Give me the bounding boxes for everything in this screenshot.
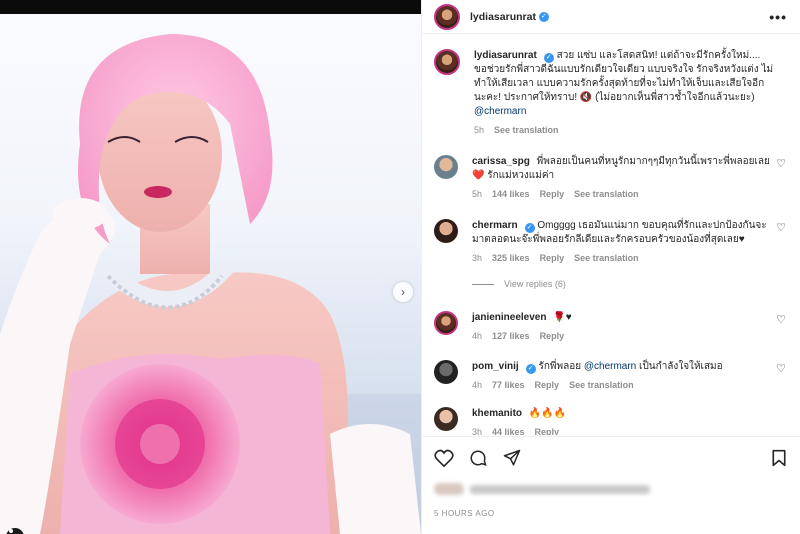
post-photo[interactable]: › xyxy=(0,14,421,534)
verified-badge-icon: ✓ xyxy=(524,223,535,233)
reply-button[interactable]: Reply xyxy=(540,189,565,199)
see-translation-link[interactable]: See translation xyxy=(569,380,634,390)
see-translation-link[interactable]: See translation xyxy=(494,125,559,135)
tag-person-icon xyxy=(9,529,13,533)
author-username[interactable]: lydiasarunrat xyxy=(470,11,536,23)
post-header: lydiasarunrat ✓ ••• xyxy=(422,0,800,34)
reply-button[interactable]: Reply xyxy=(540,331,565,341)
comment-icon[interactable] xyxy=(468,449,488,467)
commenter-avatar[interactable] xyxy=(434,155,458,179)
verified-badge-icon: ✓ xyxy=(538,11,549,22)
comment-likes[interactable]: 325 likes xyxy=(492,253,530,263)
liked-by-avatars xyxy=(434,483,464,495)
comment-mention[interactable]: @chermarn xyxy=(584,361,636,372)
save-icon[interactable] xyxy=(771,449,787,467)
comment-likes[interactable]: 77 likes xyxy=(492,380,525,390)
liked-by-summary[interactable] xyxy=(434,483,650,495)
reply-button[interactable]: Reply xyxy=(535,380,560,390)
like-comment-heart-icon[interactable]: ♡ xyxy=(776,313,786,326)
comment-text-continued: เป็นกำลังใจให้เสมอ xyxy=(639,361,723,372)
post-image-illustration xyxy=(0,34,421,534)
commenter-avatar[interactable] xyxy=(434,219,458,243)
comment-row: pom_vinij ✓ รักพี่พลอย @chermarn เป็นกำลั… xyxy=(434,360,794,390)
comment-row: carissa_spg พี่พลอยเป็นคนที่หนูรักมากๆๆม… xyxy=(434,155,794,199)
comment-username[interactable]: chermarn xyxy=(472,220,518,231)
comment-username[interactable]: pom_vinij xyxy=(472,361,519,372)
commenter-avatar[interactable] xyxy=(434,407,458,431)
see-translation-link[interactable]: See translation xyxy=(574,189,639,199)
post-timestamp: 5 HOURS AGO xyxy=(434,509,495,518)
author-avatar[interactable] xyxy=(434,3,460,30)
comment-text: 🔥🔥🔥 xyxy=(528,408,567,419)
comment-age: 4h xyxy=(472,331,483,341)
comment-text: รักพี่พลอย xyxy=(538,361,582,372)
caption-row: lydiasarunrat ✓ สวย แซ่บ และโสดสนิท! แต่ถ… xyxy=(434,49,794,135)
like-comment-heart-icon[interactable]: ♡ xyxy=(776,221,786,234)
caption-age: 5h xyxy=(474,125,485,135)
commenter-avatar[interactable] xyxy=(434,311,458,335)
comment-text: 🌹♥ xyxy=(553,312,572,323)
comment-row: janienineeleven 🌹♥ 4h 127 likes Reply ♡ xyxy=(434,311,794,341)
comment-age: 4h xyxy=(472,380,483,390)
verified-badge-icon: ✓ xyxy=(525,364,536,374)
comment-likes[interactable]: 127 likes xyxy=(492,331,530,341)
view-replies-button[interactable]: View replies (6) xyxy=(472,279,566,289)
comment-username[interactable]: carissa_spg xyxy=(472,156,530,167)
comment-username[interactable]: khemanito xyxy=(472,408,522,419)
liked-by-text-blurred xyxy=(470,484,650,494)
comment-age: 3h xyxy=(472,253,483,263)
comment-row: chermarn ✓ Omgggg เธอมันแน่มาก ขอบคุณที่ร… xyxy=(434,219,794,263)
caption-mention[interactable]: @chermarn xyxy=(474,106,526,117)
like-comment-heart-icon[interactable]: ♡ xyxy=(776,362,786,375)
chevron-right-icon: › xyxy=(401,285,405,299)
next-photo-button[interactable]: › xyxy=(393,282,413,302)
more-options-button[interactable]: ••• xyxy=(769,9,787,25)
photo-top-bar xyxy=(0,0,421,14)
comment-username[interactable]: janienineeleven xyxy=(472,312,546,323)
comment-likes[interactable]: 144 likes xyxy=(492,189,530,199)
verified-badge-icon: ✓ xyxy=(543,53,554,63)
reply-button[interactable]: Reply xyxy=(540,253,565,263)
comment-age: 5h xyxy=(472,189,483,199)
comment-likes[interactable]: 44 likes xyxy=(492,427,525,435)
like-comment-heart-icon[interactable]: ♡ xyxy=(776,157,786,170)
author-avatar[interactable] xyxy=(434,49,460,75)
post-actions-bar: 5 HOURS AGO xyxy=(422,436,800,534)
commenter-avatar[interactable] xyxy=(434,360,458,384)
comment-row: khemanito 🔥🔥🔥 3h 44 likes Reply xyxy=(434,407,794,435)
comments-list: lydiasarunrat ✓ สวย แซ่บ และโสดสนิท! แต่ถ… xyxy=(422,35,800,435)
post-side-panel: lydiasarunrat ✓ ••• lydiasarunrat ✓ สวย แ… xyxy=(421,0,800,534)
caption-username[interactable]: lydiasarunrat xyxy=(474,50,537,61)
heart-icon[interactable] xyxy=(434,449,454,467)
see-translation-link[interactable]: See translation xyxy=(574,253,639,263)
view-replies-label[interactable]: View replies (6) xyxy=(504,279,566,289)
comment-age: 3h xyxy=(472,427,483,435)
share-icon[interactable] xyxy=(502,449,522,467)
reply-button[interactable]: Reply xyxy=(535,427,560,435)
